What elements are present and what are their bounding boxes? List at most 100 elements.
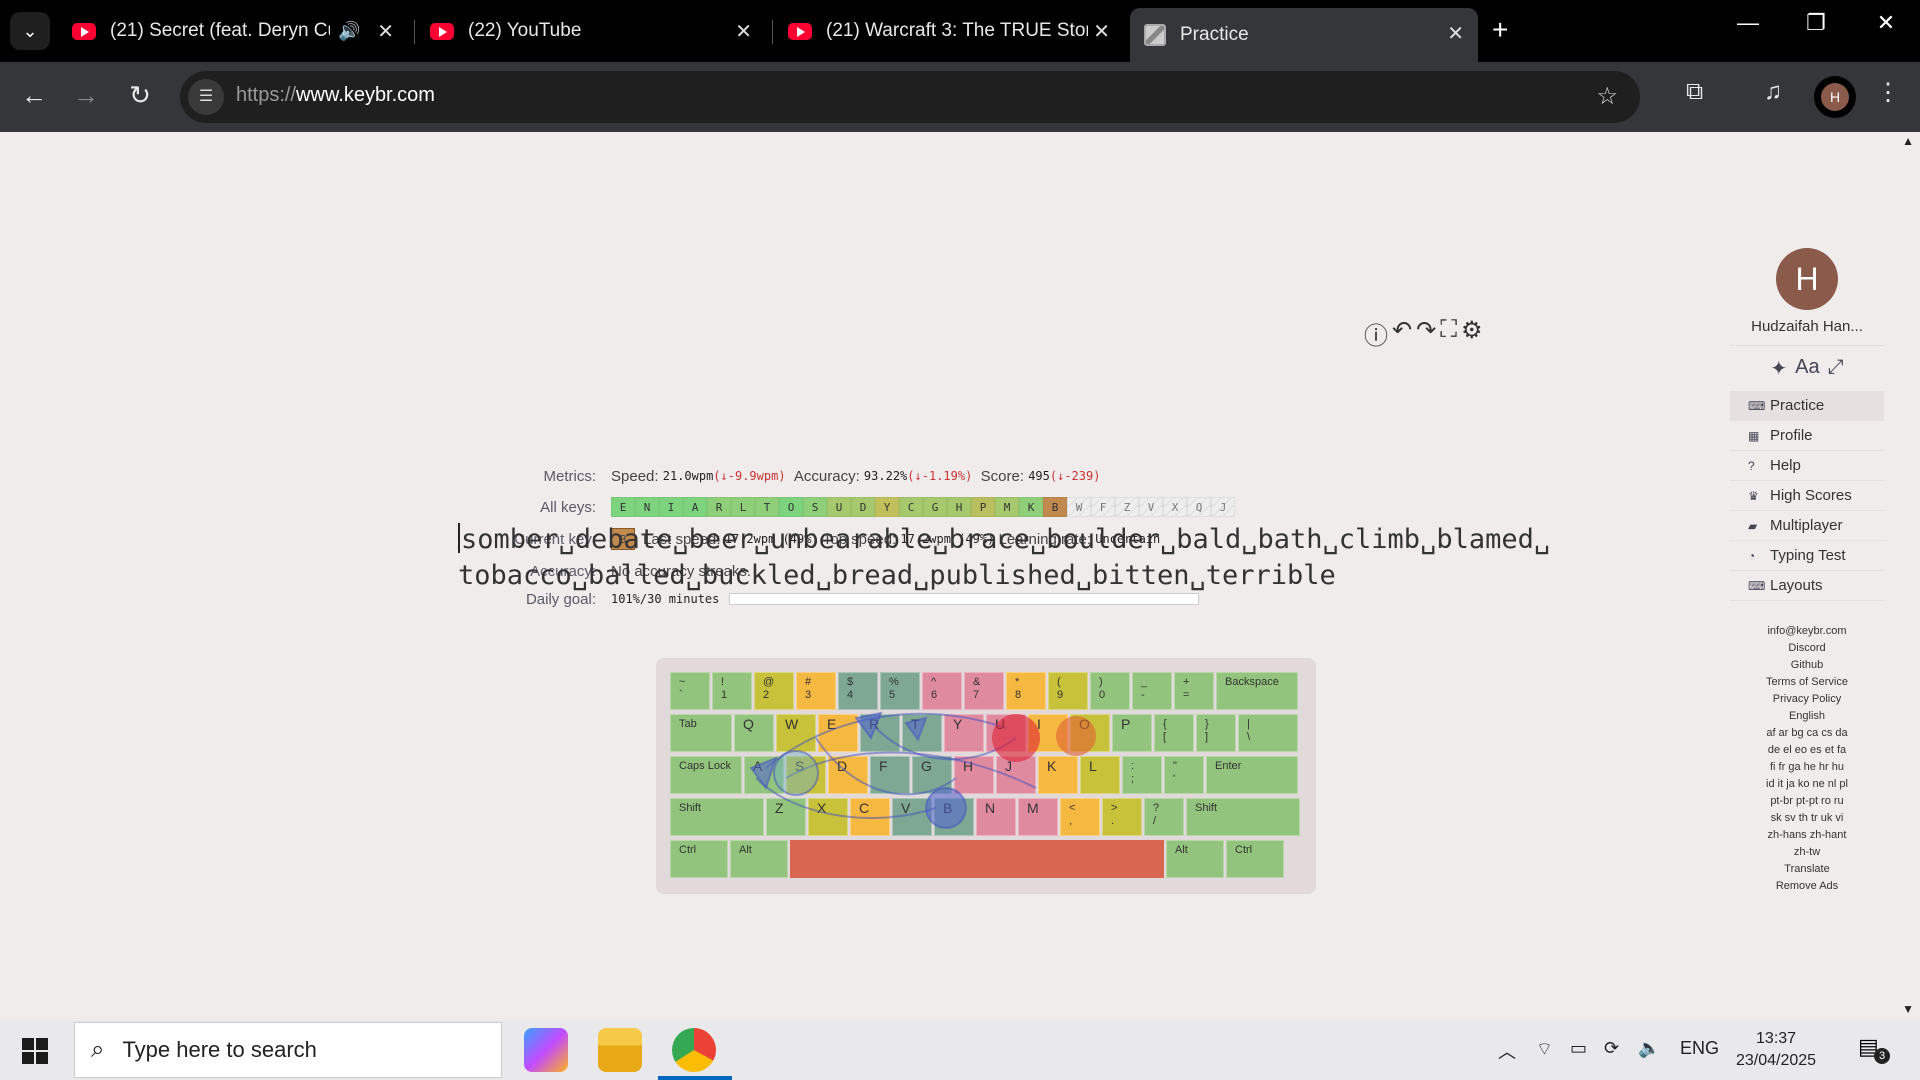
scroll-up-arrow-icon[interactable]: ▲ — [1902, 134, 1914, 148]
sidebar-item-profile[interactable]: ▦ Profile — [1730, 421, 1884, 451]
redo-icon[interactable]: ↷ — [1416, 316, 1436, 351]
key-backspace: Backspace — [1216, 672, 1298, 710]
notifications-icon[interactable]: ▤ 3 — [1858, 1034, 1890, 1064]
key-stat-cell: L — [731, 497, 755, 517]
footer-link[interactable]: Github — [1730, 657, 1884, 674]
tab-search-button[interactable]: ⌄ — [10, 12, 50, 50]
restore-button[interactable]: ❐ — [1786, 10, 1846, 36]
forward-button[interactable]: → — [68, 80, 104, 111]
key--: (9 — [1048, 672, 1088, 710]
file-explorer-icon[interactable] — [598, 1028, 642, 1072]
key-b: B — [934, 798, 974, 836]
sidebar: H Hudzaifah Han... ✦ Aa ⤢ ⌨ Practice ▦ Prof… — [1730, 248, 1884, 895]
close-tab-icon[interactable]: ✕ — [1447, 21, 1464, 46]
sidebar-item-label: Multiplayer — [1770, 517, 1843, 534]
minimize-button[interactable]: — — [1718, 10, 1778, 36]
chrome-icon[interactable] — [672, 1028, 716, 1072]
key-stat-cell: C — [899, 497, 923, 517]
close-window-button[interactable]: ✕ — [1856, 10, 1916, 36]
scroll-down-arrow-icon[interactable]: ▼ — [1902, 1002, 1914, 1016]
footer-link[interactable]: English — [1730, 708, 1884, 725]
key--: @2 — [754, 672, 794, 710]
clock[interactable]: 13:37 23/04/2025 — [1736, 1028, 1816, 1072]
sidebar-item-help[interactable]: ? Help — [1730, 451, 1884, 481]
expand-icon[interactable]: ⤢ — [1828, 356, 1844, 381]
key-stat-cell: B — [1043, 497, 1067, 517]
language-indicator[interactable]: ENG — [1680, 1038, 1719, 1059]
undo-icon[interactable]: ↶ — [1392, 316, 1412, 351]
footer-link[interactable]: info@keybr.com — [1730, 623, 1884, 640]
tab-practice[interactable]: Practice ✕ — [1130, 8, 1478, 62]
media-controls-icon[interactable]: ♫ — [1764, 78, 1782, 106]
menu-icon[interactable]: ⋮ — [1876, 78, 1900, 107]
help-icon[interactable]: ⓘ — [1364, 316, 1388, 351]
tab-youtube-secret[interactable]: (21) Secret (feat. Deryn Cull... 🔊 ✕ — [58, 10, 408, 52]
sidebar-item-practice[interactable]: ⌨ Practice — [1730, 391, 1884, 421]
close-tab-icon[interactable]: ✕ — [735, 19, 752, 44]
key-stat-cell: N — [635, 497, 659, 517]
address-bar[interactable]: ☰ https://www.keybr.com ☆ — [180, 71, 1640, 123]
sync-icon[interactable]: ⟳ — [1604, 1038, 1619, 1059]
key-d: D — [828, 756, 868, 794]
fullscreen-icon[interactable]: ⛶ — [1440, 316, 1457, 351]
volume-icon[interactable]: 🔈 — [1638, 1038, 1660, 1059]
footer-link[interactable]: zh-hans zh-hant — [1730, 827, 1884, 844]
tab-youtube[interactable]: (22) YouTube ✕ — [416, 10, 766, 52]
footer-link[interactable]: id it ja ko ne nl pl — [1730, 776, 1884, 793]
close-tab-icon[interactable]: ✕ — [1093, 19, 1110, 44]
sidebar-item-label: Profile — [1770, 427, 1813, 444]
back-button[interactable]: ← — [16, 80, 52, 111]
footer-link[interactable]: fi fr ga he hr hu — [1730, 759, 1884, 776]
extensions-icon[interactable]: ⧉ — [1686, 78, 1703, 106]
footer-link[interactable]: Discord — [1730, 640, 1884, 657]
key--: * 8 — [1006, 672, 1046, 710]
key-c: C — [850, 798, 890, 836]
practice-text-area[interactable]: somber␣debate␣beer␣unbearable␣brace␣boul… — [458, 522, 1550, 594]
user-avatar[interactable]: H — [1776, 248, 1838, 310]
sidebar-item-typing-test[interactable]: ◔ Typing Test — [1730, 541, 1884, 571]
bookmark-star-icon[interactable]: ☆ — [1596, 82, 1618, 111]
battery-icon[interactable]: ▭ — [1570, 1038, 1587, 1059]
url-text[interactable]: https://www.keybr.com — [236, 84, 435, 107]
footer-link[interactable]: pt-br pt-pt ro ru — [1730, 793, 1884, 810]
magic-wand-icon[interactable]: ✦ — [1770, 356, 1787, 381]
footer-link[interactable]: Translate — [1730, 861, 1884, 878]
key-stat-cell: J — [1211, 497, 1235, 517]
footer-link[interactable]: zh-tw — [1730, 844, 1884, 861]
sidebar-item-multiplayer[interactable]: ▰ Multiplayer — [1730, 511, 1884, 541]
close-tab-icon[interactable]: ✕ — [377, 19, 394, 44]
show-hidden-icons-chevron-icon[interactable]: ︿ — [1498, 1038, 1516, 1064]
taskbar-search-box[interactable]: ⌕ Type here to search — [74, 1022, 502, 1078]
key--: + = — [1174, 672, 1214, 710]
footer-link[interactable]: Remove Ads — [1730, 878, 1884, 895]
wifi-icon[interactable]: ⌔ — [1536, 1038, 1553, 1061]
settings-gear-icon[interactable]: ⚙ — [1461, 316, 1483, 351]
key--: ~ ` — [670, 672, 710, 710]
sidebar-tools: ✦ Aa ⤢ — [1730, 356, 1884, 381]
key-t: T — [902, 714, 942, 752]
footer-link[interactable]: af ar bg ca cs da — [1730, 725, 1884, 742]
footer-link[interactable]: Terms of Service — [1730, 674, 1884, 691]
youtube-icon — [430, 22, 454, 40]
sidebar-item-layouts[interactable]: ⌨ Layouts — [1730, 571, 1884, 601]
sidebar-item-high-scores[interactable]: ♛ High Scores — [1730, 481, 1884, 511]
tab-strip: ⌄ (21) Secret (feat. Deryn Cull... 🔊 ✕ (… — [0, 0, 1920, 62]
virtual-keyboard: ~ `! 1 @2 #3 $4% 5 ^ 6 & 7 * 8(9) 0 _ - + = Backspace Tab Q W… — [656, 658, 1316, 894]
copilot-icon[interactable] — [524, 1028, 568, 1072]
tab-youtube-warcraft[interactable]: (21) Warcraft 3: The TRUE Story ✕ — [774, 10, 1124, 52]
font-size-icon[interactable]: Aa — [1795, 356, 1819, 381]
site-settings-icon[interactable]: ☰ — [188, 79, 224, 115]
new-tab-button[interactable]: + — [1492, 14, 1508, 46]
footer-link[interactable]: sk sv th tr uk vi — [1730, 810, 1884, 827]
practice-text-line-1: somber␣debate␣beer␣unbearable␣brace␣boul… — [458, 522, 1550, 558]
profile-button[interactable]: H — [1814, 76, 1856, 118]
reload-button[interactable]: ↻ — [122, 80, 158, 111]
key--: #3 — [796, 672, 836, 710]
windows-start-icon[interactable] — [22, 1038, 48, 1064]
speaker-icon[interactable]: 🔊 — [338, 21, 360, 42]
footer-link[interactable]: de el eo es et fa — [1730, 742, 1884, 759]
keybr-icon — [1144, 24, 1166, 46]
username[interactable]: Hudzaifah Han... — [1730, 318, 1884, 335]
footer-link[interactable]: Privacy Policy — [1730, 691, 1884, 708]
key-o: O — [1070, 714, 1110, 752]
